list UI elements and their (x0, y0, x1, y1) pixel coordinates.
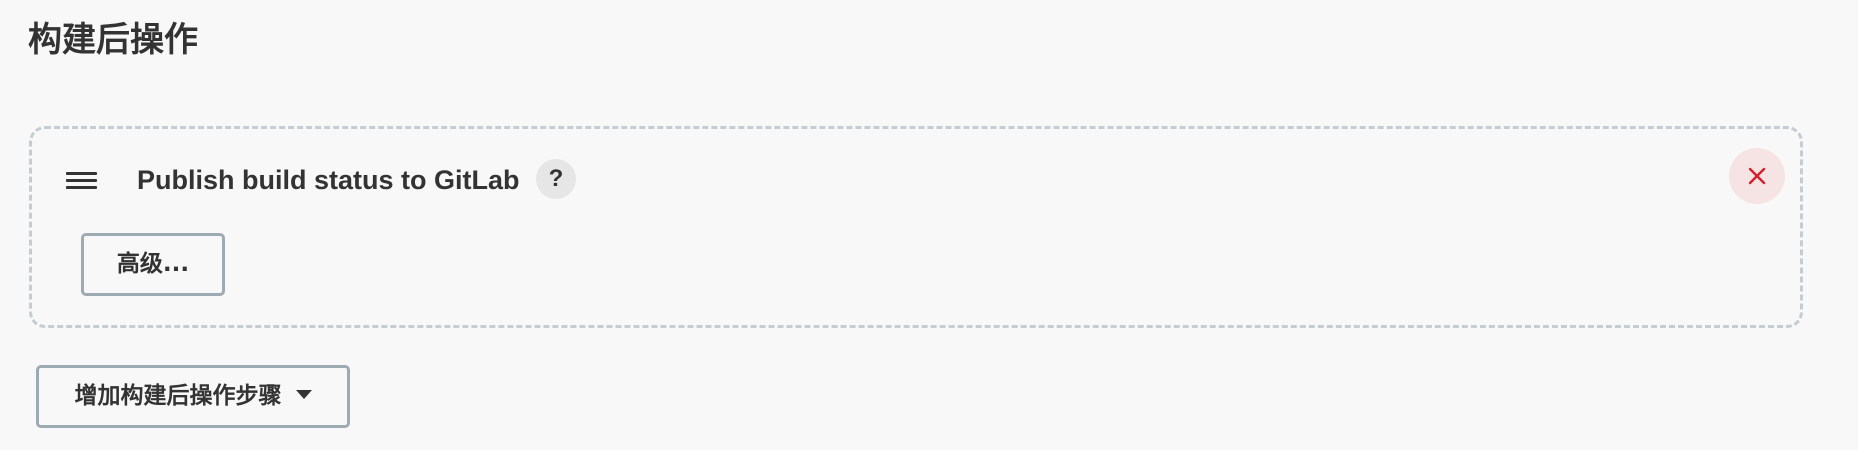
advanced-button-label: 高级... (116, 251, 190, 277)
delete-step-button[interactable] (1729, 148, 1785, 204)
add-post-build-step-button[interactable]: 增加构建后操作步骤 (36, 365, 350, 428)
advanced-button[interactable]: 高级... (81, 233, 225, 296)
drag-handle-line (66, 172, 97, 175)
add-step-label: 增加构建后操作步骤 (74, 383, 282, 409)
caret-down-icon (295, 390, 312, 399)
drag-handle-line (66, 186, 97, 189)
drag-handle-line (66, 179, 97, 182)
help-icon[interactable]: ? (536, 159, 576, 199)
page: 构建后操作 Publish build status to GitLab ? 高… (0, 0, 1858, 450)
post-build-step-card: Publish build status to GitLab ? 高级... (29, 126, 1803, 328)
close-icon (1748, 167, 1766, 185)
drag-handle-icon[interactable] (66, 170, 97, 192)
section-title: 构建后操作 (28, 20, 198, 60)
step-title: Publish build status to GitLab (137, 165, 520, 195)
